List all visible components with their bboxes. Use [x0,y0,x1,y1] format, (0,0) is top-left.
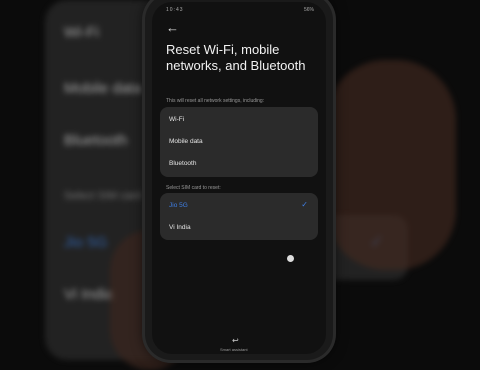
sim-option-vi[interactable]: Vi India [169,224,191,231]
sim-select-label: Select SIM card to reset: [166,185,221,191]
phone-frame: 10:43 56% ← Reset Wi-Fi, mobile networks… [145,0,333,360]
status-time: 10:43 [166,7,184,13]
sim-options-group: Jio 5G ✓ Vi India [160,193,318,240]
status-bar: 10:43 56% [152,2,326,16]
bg-item-mobile-data: Mobile data [64,80,142,97]
network-item-bluetooth: Bluetooth [169,160,197,167]
bg-item-bluetooth: Bluetooth [64,132,128,149]
page-title: Reset Wi-Fi, mobile networks, and Blueto… [166,42,306,73]
touch-indicator [287,255,294,262]
back-arrow-icon[interactable]: ← [166,20,179,35]
bg-sim-vi: Vi India [64,286,114,303]
nav-label: Smart assistant [220,347,248,352]
phone-screen: 10:43 56% ← Reset Wi-Fi, mobile networks… [152,2,326,354]
network-settings-label: This will reset all network settings, in… [166,98,265,104]
bg-sim-jio: Jio 5G [64,234,108,251]
nav-back-icon[interactable]: ↩ [232,336,239,345]
check-icon: ✓ [301,200,308,209]
sim-option-jio[interactable]: Jio 5G [169,202,188,209]
bg-item-wifi: Wi-Fi [64,24,99,41]
status-battery: 56% [303,7,314,13]
network-item-wifi: Wi-Fi [169,116,185,123]
network-item-mobile-data: Mobile data [169,138,203,145]
network-items-group: Wi-Fi Mobile data Bluetooth [160,107,318,177]
bg-sim-label: Select SIM card [64,190,142,202]
hand-right [326,60,456,270]
